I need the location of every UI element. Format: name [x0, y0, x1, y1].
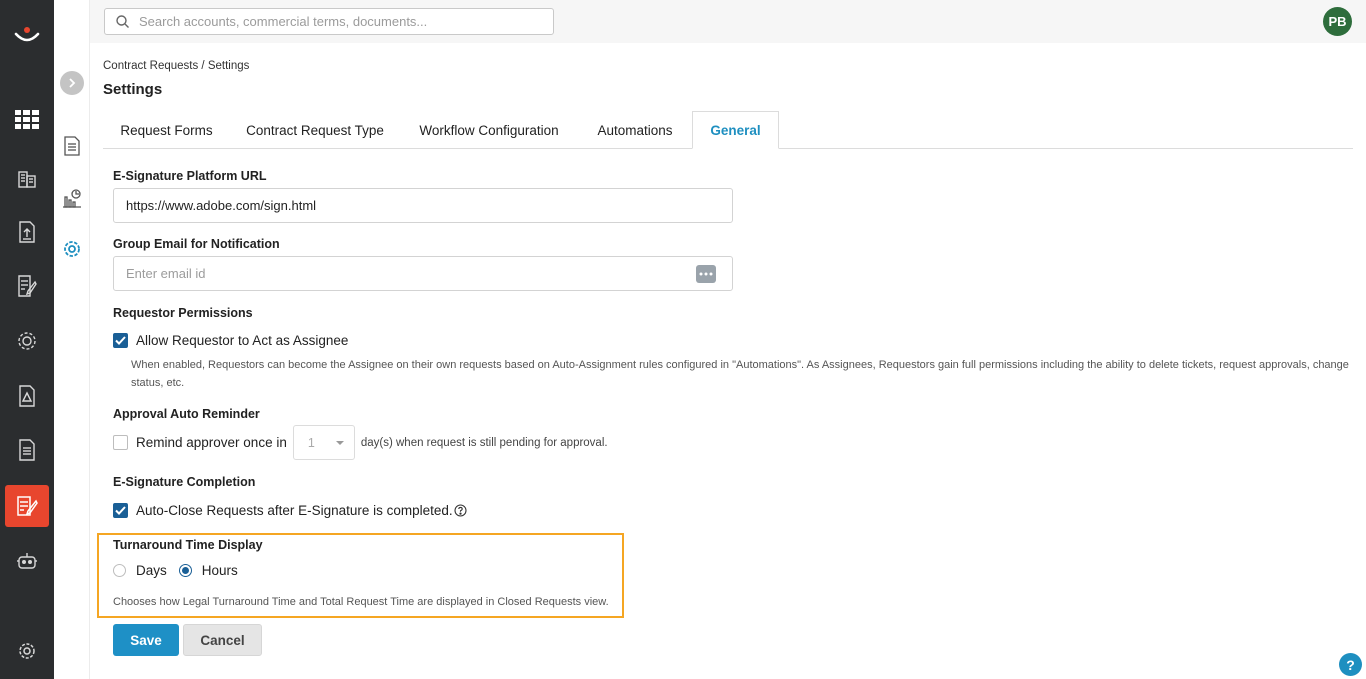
dropdown-caret-icon	[335, 440, 344, 445]
hours-radio-label: Hours	[201, 563, 238, 578]
more-options-icon[interactable]	[696, 265, 716, 283]
settings-gear-icon-active[interactable]	[54, 234, 90, 264]
save-button[interactable]: Save	[113, 624, 179, 656]
settings-tabs: Request Forms Contract Request Type Work…	[103, 111, 1353, 149]
document-list-icon[interactable]	[54, 131, 90, 161]
user-avatar[interactable]: PB	[1323, 7, 1352, 36]
buildings-icon[interactable]	[0, 158, 54, 198]
approval-reminder-label: Approval Auto Reminder	[113, 407, 260, 421]
breadcrumb[interactable]: Contract Requests / Settings	[103, 60, 249, 72]
esign-url-label: E-Signature Platform URL	[113, 169, 267, 183]
contract-requests-icon[interactable]	[5, 485, 49, 527]
search-icon	[105, 15, 139, 28]
help-circle-icon[interactable]	[454, 504, 467, 517]
tab-automations[interactable]: Automations	[578, 111, 692, 149]
expand-sidebar-button[interactable]	[60, 71, 84, 95]
remind-approver-checkbox[interactable]	[113, 435, 128, 450]
cancel-button[interactable]: Cancel	[183, 624, 262, 656]
allow-requestor-checkbox[interactable]	[113, 333, 128, 348]
gear-network-icon[interactable]	[0, 321, 54, 361]
hours-radio[interactable]	[178, 564, 192, 577]
search-input[interactable]	[139, 14, 539, 29]
auto-close-label: Auto-Close Requests after E-Signature is…	[136, 503, 453, 518]
signature-document-icon[interactable]	[0, 376, 54, 416]
days-radio-label: Days	[136, 563, 167, 578]
esign-completion-label: E-Signature Completion	[113, 475, 256, 489]
help-button[interactable]: ?	[1339, 653, 1362, 676]
tab-general[interactable]: General	[692, 111, 779, 149]
top-bar: PB	[90, 0, 1366, 43]
turnaround-options: Days Hours	[113, 563, 238, 578]
settings-gear-icon[interactable]	[0, 631, 54, 671]
esign-url-input[interactable]	[126, 198, 686, 213]
approval-reminder-row: Remind approver once in 1 day(s) when re…	[113, 425, 608, 460]
days-radio[interactable]	[113, 564, 126, 577]
group-email-label: Group Email for Notification	[113, 237, 280, 251]
requestor-permissions-description: When enabled, Requestors can become the …	[131, 359, 1349, 389]
reminder-days-select[interactable]: 1	[292, 425, 355, 460]
allow-requestor-label: Allow Requestor to Act as Assignee	[136, 333, 349, 348]
apps-grid-icon[interactable]	[0, 100, 54, 140]
esign-url-field[interactable]	[113, 188, 733, 223]
group-email-field[interactable]	[113, 256, 733, 291]
auto-close-checkbox[interactable]	[113, 503, 128, 518]
report-document-icon[interactable]	[0, 430, 54, 470]
tab-contract-request-type[interactable]: Contract Request Type	[230, 111, 400, 149]
group-email-input[interactable]	[126, 266, 686, 281]
secondary-rail	[54, 0, 90, 679]
upload-document-icon[interactable]	[0, 212, 54, 252]
reminder-days-suffix: day(s) when request is still pending for…	[360, 436, 608, 449]
app-logo[interactable]	[0, 18, 54, 52]
remind-approver-label: Remind approver once in	[136, 435, 287, 450]
allow-requestor-row: Allow Requestor to Act as Assignee	[113, 333, 348, 348]
reminder-days-value: 1	[307, 435, 315, 450]
global-search[interactable]	[104, 8, 554, 35]
turnaround-description: Chooses how Legal Turnaround Time and To…	[113, 596, 609, 608]
tab-workflow-configuration[interactable]: Workflow Configuration	[400, 111, 578, 149]
auto-close-row: Auto-Close Requests after E-Signature is…	[113, 503, 467, 518]
page-title: Settings	[103, 81, 163, 98]
turnaround-label: Turnaround Time Display	[113, 538, 263, 552]
bot-icon[interactable]	[0, 541, 54, 581]
app-rail	[0, 0, 54, 679]
analytics-chart-icon[interactable]	[54, 183, 90, 213]
tab-request-forms[interactable]: Request Forms	[103, 111, 230, 149]
edit-document-icon[interactable]	[0, 266, 54, 306]
requestor-permissions-label: Requestor Permissions	[113, 306, 253, 320]
